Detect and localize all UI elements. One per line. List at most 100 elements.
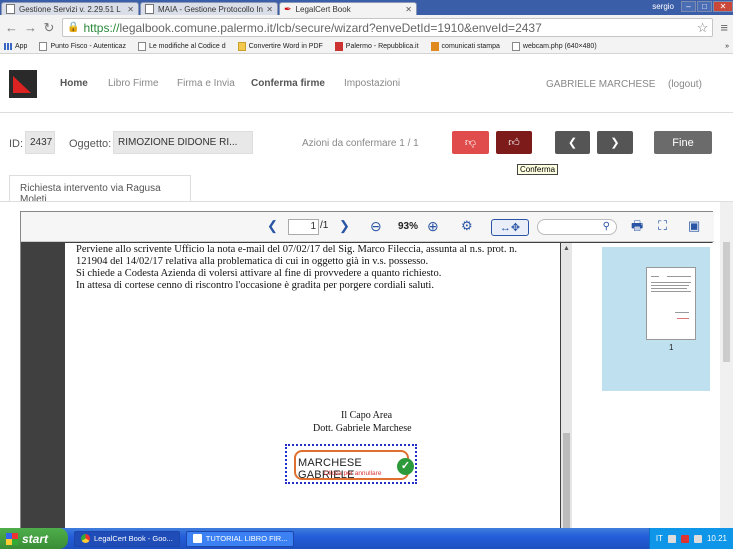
address-toolbar: ← → ↻ 🔒 https:// legalbook.comune.palerm… [0,15,733,40]
next-button[interactable]: ❯ [597,131,633,154]
signer-name: Dott. Gabriele Marchese [313,423,412,434]
thumbs-down-icon: 👎︎ [464,137,477,149]
scrollbar-thumb[interactable] [563,433,570,542]
page-icon [145,4,154,14]
pending-actions-counter: Azioni da confermare 1 / 1 [302,138,419,149]
profile-name[interactable]: sergio [652,2,674,11]
bookmark-label: Le modifiche al Codice d [148,43,226,50]
bookmarks-bar: App Punto Fisco - Autenticaz Le modifich… [0,40,733,54]
browser-tab-gestione-servizi[interactable]: Gestione Servizi v. 2.29.51 L ✕ [1,2,139,15]
zoom-in-icon[interactable]: ⊕ [427,218,439,234]
clock: 10.21 [706,534,727,543]
page-icon [39,42,48,51]
tray-icon[interactable] [667,534,676,543]
page-icon [137,42,146,51]
word-document-icon [192,534,202,543]
presentation-icon[interactable]: ▣ [688,218,700,234]
scroll-up-icon[interactable]: ▲ [563,245,570,252]
fit-width-button[interactable]: ↔✥ [491,219,529,236]
bookmark-word-pdf[interactable]: Convertire Word in PDF [237,42,323,51]
close-icon[interactable]: ✕ [127,5,134,14]
oggetto-label: Oggetto: [69,138,112,150]
bookmark-star-icon[interactable]: ☆ [697,20,709,36]
document-page: Perviene allo scrivente Ufficio la nota … [65,243,560,542]
antivirus-icon[interactable] [680,534,689,543]
prev-page-icon[interactable]: ❮ [267,218,278,234]
reload-icon[interactable]: ↻ [43,20,55,36]
fine-button[interactable]: Fine [654,131,712,154]
page-scrollbar-thumb[interactable] [723,242,730,362]
url-scheme: https:// [83,20,120,35]
document-tab[interactable]: Richiesta intervento via Ragusa Moleti [9,175,191,205]
taskbar-item-legalcert[interactable]: LegalCert Book - Goo... [74,530,180,547]
signature-field[interactable]: MARCHESE GABRIELE Clicca per annullare ✓ [285,444,417,484]
maximize-icon[interactable]: □ [697,1,712,12]
url-bar[interactable]: 🔒 https:// legalbook.comune.palermo.it/l… [62,18,714,37]
viewer-toolbar: ❮ 1 /1 ❯ ⊖ 93% ⊕ ⚙ ↔✥ ⚲ 🖶︎ ⛶ ▣ [21,212,714,242]
fullscreen-icon[interactable]: ⛶ [658,218,667,234]
close-icon[interactable]: ✕ [266,5,273,14]
nav-home[interactable]: Home [60,78,88,89]
minimize-icon[interactable]: – [681,1,696,12]
tab-title: LegalCert Book [295,4,351,14]
browser-tab-maia[interactable]: MAIA - Gestione Protocollo In ✕ [140,2,278,15]
browser-menu-icon[interactable]: ≡ [720,20,728,35]
chevron-right-icon: ❯ [610,137,620,149]
page-number-input[interactable]: 1 [288,219,319,235]
start-button[interactable]: start [0,528,68,549]
next-page-icon[interactable]: ❯ [339,218,350,234]
confirm-button[interactable]: 👍︎ [496,131,532,154]
nav-impostazioni[interactable]: Impostazioni [344,78,400,89]
bookmark-codice[interactable]: Le modifiche al Codice d [137,42,226,51]
url-text: legalbook.comune.palermo.it/lcb/secure/w… [119,20,542,35]
system-tray: IT 10.21 [648,528,733,549]
confirm-tooltip: Conferma [517,164,559,175]
network-icon[interactable] [693,534,702,543]
signature-stamp[interactable]: MARCHESE GABRIELE Clicca per annullare [294,450,409,481]
bookmark-repubblica[interactable]: Palermo - Repubblica.it [334,42,419,51]
settings-icon[interactable]: ⚙ [461,218,473,234]
fit-width-icon: ↔✥ [499,222,521,234]
browser-tab-legalcert[interactable]: ✒ LegalCert Book ✕ [279,2,417,15]
bookmarks-overflow[interactable]: » [725,43,729,50]
page-thumbnail[interactable] [646,267,696,340]
bookmark-apps[interactable]: App [4,43,27,50]
chevron-left-icon: ❮ [567,137,578,149]
page-total: /1 [320,220,329,231]
bookmark-punto-fisco[interactable]: Punto Fisco - Autenticaz [39,42,126,51]
reject-button[interactable]: 👎︎ [452,131,489,154]
id-value: 2437 [25,131,55,154]
nav-conferma-firme[interactable]: Conferma firme [251,78,325,89]
taskbar-item-tutorial[interactable]: TUTORIAL LIBRO FIR... [185,530,295,547]
close-icon[interactable]: ✕ [405,5,412,14]
language-indicator[interactable]: IT [656,534,663,543]
forward-icon[interactable]: → [24,20,37,35]
lock-icon: 🔒 [67,22,80,33]
orange-icon [430,42,439,51]
bookmark-label: Punto Fisco - Autenticaz [50,43,126,50]
signer-title: Il Capo Area [341,410,393,421]
viewer-scrollbar[interactable]: ▲ [561,243,572,542]
document-body: Perviene allo scrivente Ufficio la nota … [76,244,556,292]
oggetto-value: RIMOZIONE DIDONE RI... [113,131,253,154]
viewer-search-input[interactable]: ⚲ [537,219,617,235]
bookmark-comunicati[interactable]: comunicati stampa [430,42,500,51]
logout-link[interactable]: (logout) [668,79,702,90]
print-icon[interactable]: 🖶︎ [631,218,643,234]
chrome-icon [81,534,90,543]
username: GABRIELE MARCHESE [546,79,656,90]
back-icon[interactable]: ← [5,20,18,35]
legalcert-logo[interactable] [9,70,37,98]
pdf-viewer: ❮ 1 /1 ❯ ⊖ 93% ⊕ ⚙ ↔✥ ⚲ 🖶︎ ⛶ ▣ Perviene … [20,211,714,542]
page-scrollbar[interactable] [720,202,733,528]
zoom-out-icon[interactable]: ⊖ [370,218,382,234]
thumbnail-selected[interactable]: 1 [602,247,710,391]
bookmark-webcam[interactable]: webcam.php (640×480) [511,42,597,51]
window-close-icon[interactable]: ✕ [713,1,733,12]
nav-firma-invia[interactable]: Firma e Invia [177,78,235,89]
previous-button[interactable]: ❮ [555,131,590,154]
nav-libro-firme[interactable]: Libro Firme [108,78,159,89]
signature-undo-hint: Clicca per annullare [324,470,382,477]
tab-title: Gestione Servizi v. 2.29.51 L [19,4,121,14]
quill-icon: ✒ [284,3,292,14]
